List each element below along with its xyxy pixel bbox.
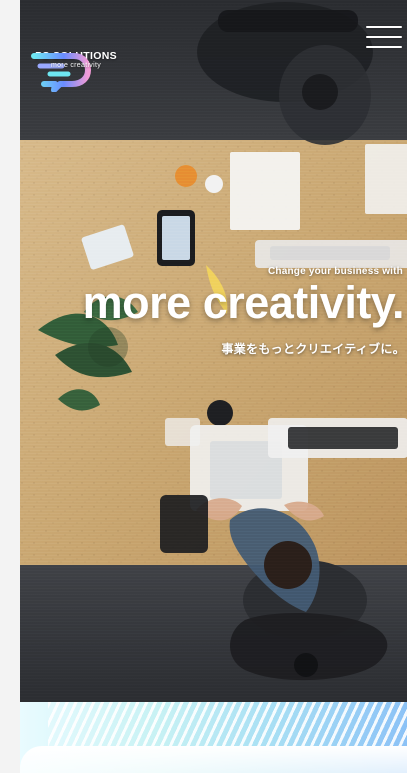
- menu-line-bottom-icon: [366, 46, 402, 48]
- hero-kicker: Change your business with: [267, 266, 403, 277]
- hero-section: PS SOLUTIONS more creativity Change your…: [20, 0, 407, 702]
- page: PS SOLUTIONS more creativity Change your…: [20, 0, 407, 773]
- brand-tagline: more creativity: [50, 62, 101, 69]
- menu-line-middle-icon: [366, 36, 402, 38]
- menu-line-top-icon: [366, 26, 402, 28]
- bottom-gradient-band: [20, 702, 407, 773]
- brand-logo[interactable]: PS SOLUTIONS more creativity: [26, 46, 126, 128]
- logo-mark-icon: [31, 53, 91, 92]
- diagonal-stripes: [48, 702, 407, 746]
- content-card-top: [20, 746, 407, 773]
- menu-button[interactable]: [366, 22, 402, 52]
- hero-subheadline-jp: 事業をもっとクリエイティブに。: [221, 342, 405, 356]
- hero-headline: more creativity.: [82, 277, 405, 328]
